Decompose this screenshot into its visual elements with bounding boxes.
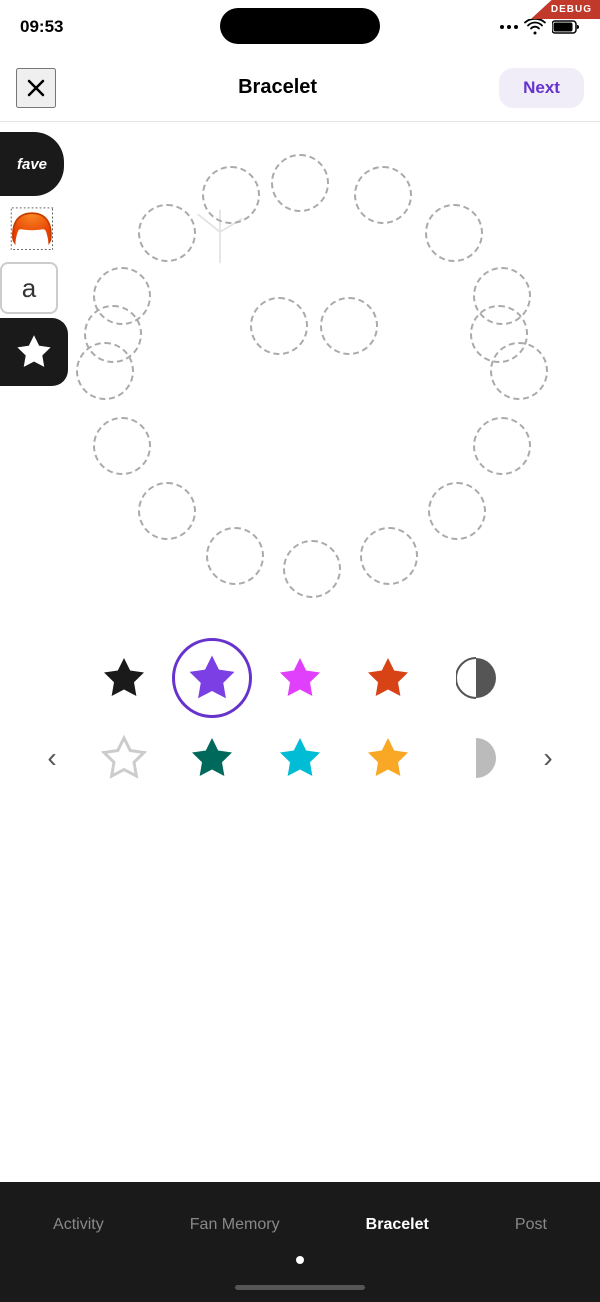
tool-text-button[interactable]: a <box>0 262 58 314</box>
bead-14[interactable] <box>138 204 196 262</box>
color-row-1: ‹ › <box>32 642 568 714</box>
tool-star-button[interactable] <box>0 318 68 386</box>
color-row-2: ‹ › <box>32 722 568 794</box>
wifi-icon <box>524 19 546 35</box>
page-title: Bracelet <box>238 76 317 99</box>
header: Bracelet Next <box>0 54 600 122</box>
status-bar: 09:53 <box>0 0 600 54</box>
color-pink[interactable] <box>264 642 336 714</box>
next-page-arrow[interactable]: › <box>528 738 568 778</box>
status-notch <box>220 8 380 44</box>
nav-active-dot <box>296 1256 304 1264</box>
prev-page-arrow[interactable]: ‹ <box>32 738 72 778</box>
home-bar <box>235 1285 365 1290</box>
color-black[interactable] <box>88 642 160 714</box>
tool-hair-button[interactable]: 🦰 <box>0 200 64 258</box>
nav-items: Activity Fan Memory Bracelet Post <box>0 1182 600 1256</box>
bead-18[interactable] <box>250 297 308 355</box>
color-red[interactable] <box>352 642 424 714</box>
battery-icon <box>552 20 580 34</box>
bead-10[interactable] <box>138 482 196 540</box>
color-green[interactable] <box>176 722 248 794</box>
status-time: 09:53 <box>20 17 63 37</box>
nav-indicator <box>0 1256 600 1272</box>
fave-label: fave <box>17 156 47 173</box>
color-yellow[interactable] <box>352 722 424 794</box>
color-halfmoon-2[interactable] <box>440 722 512 794</box>
nav-fan-memory[interactable]: Fan Memory <box>182 1212 288 1238</box>
bead-17[interactable] <box>470 305 528 363</box>
hair-emoji: 🦰 <box>10 208 55 250</box>
star-tool-icon <box>16 334 52 370</box>
color-halfmoon-1[interactable] <box>440 642 512 714</box>
bead-7[interactable] <box>360 527 418 585</box>
next-button[interactable]: Next <box>499 68 584 108</box>
bead-9[interactable] <box>206 527 264 585</box>
bead-8[interactable] <box>283 540 341 598</box>
bead-5[interactable] <box>473 417 531 475</box>
main-content: fave 🦰 a <box>0 122 600 1192</box>
bead-16[interactable] <box>84 305 142 363</box>
bead-1[interactable] <box>354 166 412 224</box>
nav-activity[interactable]: Activity <box>45 1212 112 1238</box>
status-icons <box>500 19 580 35</box>
nav-post[interactable]: Post <box>507 1212 555 1238</box>
color-picker: ‹ › <box>0 632 600 804</box>
home-indicator <box>0 1272 600 1302</box>
text-label: a <box>22 273 36 304</box>
bracelet-area <box>50 142 550 662</box>
bead-15[interactable] <box>202 166 260 224</box>
close-button[interactable] <box>16 68 56 108</box>
bead-2[interactable] <box>425 204 483 262</box>
bead-6[interactable] <box>428 482 486 540</box>
nav-bracelet[interactable]: Bracelet <box>358 1212 437 1238</box>
bottom-nav: Activity Fan Memory Bracelet Post <box>0 1182 600 1302</box>
tool-fave-button[interactable]: fave <box>0 132 64 196</box>
bead-19[interactable] <box>320 297 378 355</box>
sidebar-tools: fave 🦰 a <box>0 132 68 386</box>
color-white[interactable] <box>88 722 160 794</box>
color-cyan[interactable] <box>264 722 336 794</box>
color-purple[interactable] <box>176 642 248 714</box>
bead-11[interactable] <box>93 417 151 475</box>
signal-dots <box>500 25 518 29</box>
close-icon <box>27 79 45 97</box>
bead-0[interactable] <box>271 154 329 212</box>
